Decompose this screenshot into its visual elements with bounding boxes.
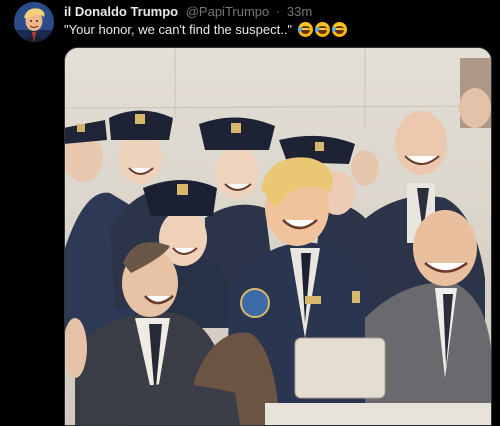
tweet-text: "Your honor, we can't find the suspect..… xyxy=(64,22,347,38)
header-separator: · xyxy=(275,4,281,19)
timestamp[interactable]: 33m xyxy=(287,4,312,19)
tweet-media-image[interactable] xyxy=(64,47,492,426)
tears-of-joy-emoji-icon xyxy=(314,22,330,37)
emoji-group xyxy=(297,22,347,37)
police-officers-illustration xyxy=(65,48,491,425)
tweet[interactable]: il Donaldo Trumpo @PapiTrumpo · 33m "You… xyxy=(0,0,500,426)
tears-of-joy-emoji-icon xyxy=(297,22,313,37)
tweet-body: "Your honor, we can't find the suspect..… xyxy=(64,22,293,37)
tears-of-joy-emoji-icon xyxy=(331,22,347,37)
user-handle[interactable]: @PapiTrumpo xyxy=(186,4,270,19)
display-name[interactable]: il Donaldo Trumpo xyxy=(64,4,178,19)
tweet-header: il Donaldo Trumpo @PapiTrumpo · 33m xyxy=(64,4,492,20)
avatar[interactable] xyxy=(14,2,54,42)
